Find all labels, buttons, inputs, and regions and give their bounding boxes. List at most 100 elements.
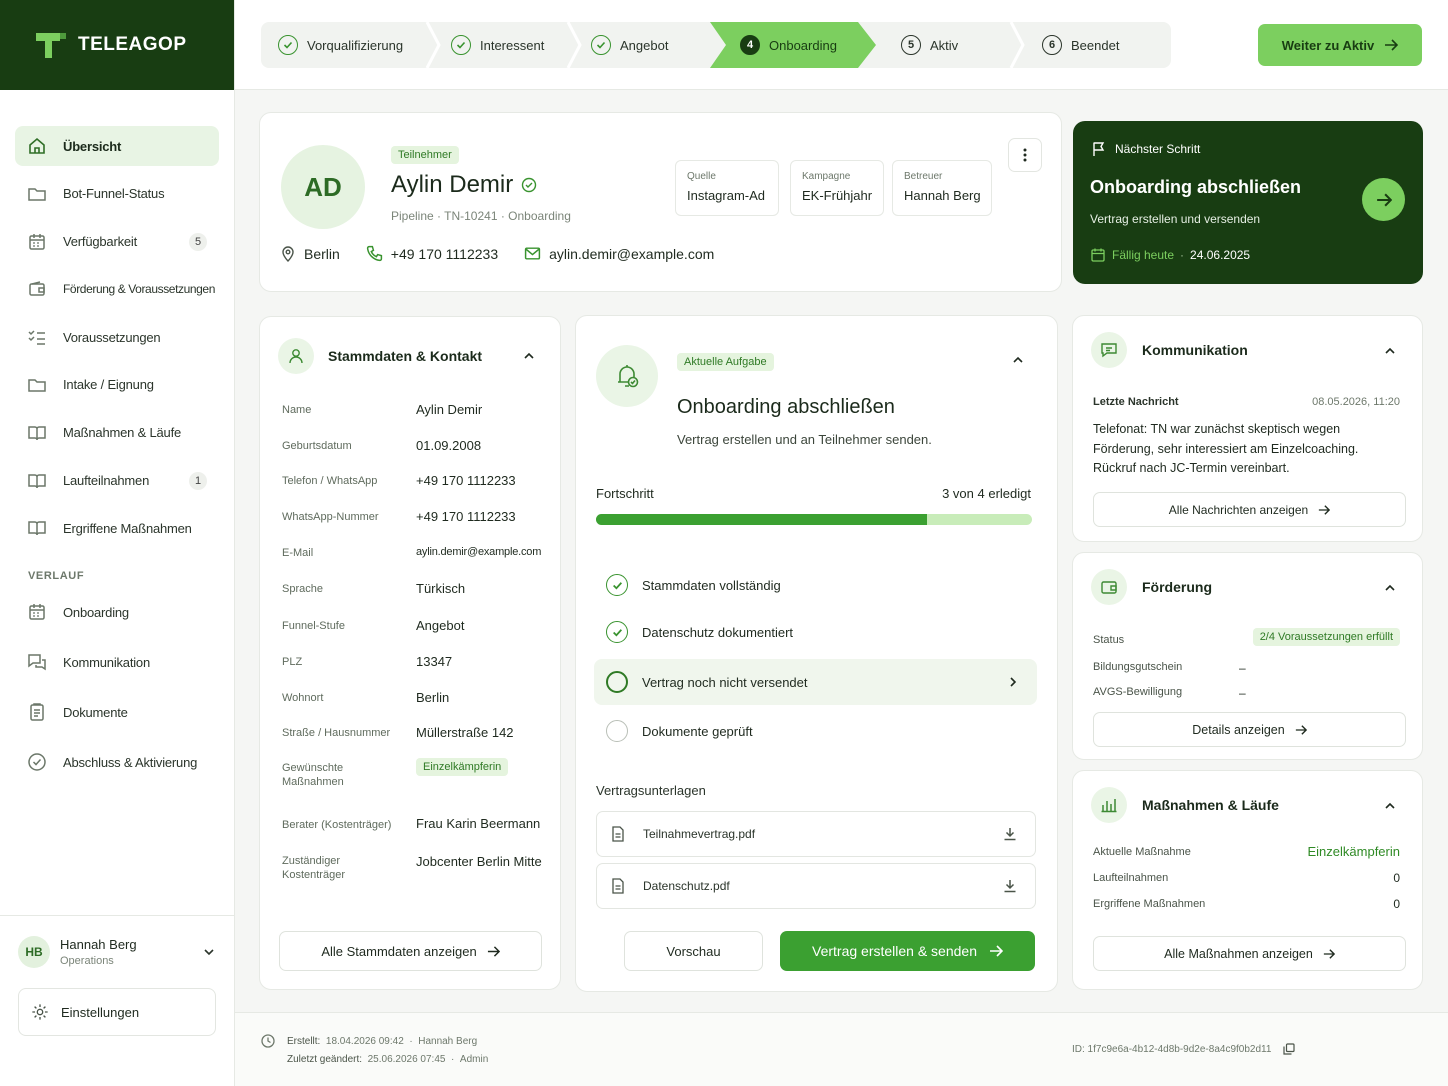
step-separator xyxy=(566,22,582,68)
sidebar-item-label: Intake / Eignung xyxy=(63,377,154,393)
folder-icon xyxy=(27,184,47,204)
document-name: Teilnahmevertrag.pdf xyxy=(643,827,756,841)
chevron-up-icon[interactable] xyxy=(1383,799,1397,813)
download-icon[interactable] xyxy=(1003,879,1017,893)
massnahmen-card: Maßnahmen & Läufe Aktuelle Maßnahme Einz… xyxy=(1072,770,1423,990)
contact-email[interactable]: aylin.demir@example.com xyxy=(524,245,714,262)
next-step-title: Onboarding abschließen xyxy=(1090,177,1302,197)
download-icon[interactable] xyxy=(1003,827,1017,841)
open-circle-icon xyxy=(606,671,628,693)
field-key: Straße / Hausnummer xyxy=(282,727,391,739)
kommunikation-header[interactable]: Kommunikation xyxy=(1091,332,1248,368)
city-text: Berlin xyxy=(304,245,340,262)
row-key: Ergriffene Maßnahmen xyxy=(1093,898,1206,910)
field-value: Angebot xyxy=(416,618,465,633)
step-interessent[interactable]: Interessent xyxy=(451,22,544,68)
bar-chart-icon xyxy=(1091,787,1127,823)
checklist-item-current[interactable]: Vertrag noch nicht versendet xyxy=(594,659,1037,705)
chevron-up-icon[interactable] xyxy=(522,349,536,363)
email-text: aylin.demir@example.com xyxy=(549,245,715,262)
field-value: Aylin Demir xyxy=(416,402,483,417)
file-icon xyxy=(611,826,625,842)
last-message-label: Letzte Nachricht xyxy=(1093,396,1179,408)
user-menu[interactable]: HB Hannah Berg Operations xyxy=(18,936,216,968)
show-all-messages-button[interactable]: Alle Nachrichten anzeigen xyxy=(1093,492,1406,527)
checklist-label: Datenschutz dokumentiert xyxy=(642,624,794,640)
progress-fill xyxy=(596,514,928,525)
create-send-contract-button[interactable]: Vertrag erstellen & senden xyxy=(780,931,1035,971)
clock-icon xyxy=(261,1034,275,1048)
settings-button[interactable]: Einstellungen xyxy=(18,988,216,1036)
count-badge: 5 xyxy=(189,232,207,251)
sidebar-item-uebersicht[interactable]: Übersicht xyxy=(15,126,219,166)
show-all-massnahmen-button[interactable]: Alle Maßnahmen anzeigen xyxy=(1093,936,1406,971)
kommunikation-title: Kommunikation xyxy=(1142,342,1248,358)
sidebar-item-ergriffene-massnahmen[interactable]: Ergriffene Maßnahmen xyxy=(15,508,219,548)
step-aktiv[interactable]: 5 Aktiv xyxy=(901,22,958,68)
step-beendet[interactable]: 6 Beendet xyxy=(1042,22,1119,68)
stammdaten-header[interactable]: Stammdaten & Kontakt xyxy=(278,338,482,374)
checklist-item[interactable]: Stammdaten vollständig xyxy=(594,562,1037,608)
document-row[interactable]: Teilnahmevertrag.pdf xyxy=(596,811,1036,857)
arrow-right-icon xyxy=(1376,192,1392,208)
kebab-icon xyxy=(1023,148,1027,162)
sidebar-nav: Übersicht Bot-Funnel-Status Verfügbarkei… xyxy=(0,90,234,782)
foerderung-card: Förderung Status 2/4 Voraussetzungen erf… xyxy=(1072,552,1423,760)
avatar: HB xyxy=(18,936,50,968)
foerderung-header[interactable]: Förderung xyxy=(1091,569,1212,605)
sidebar-item-massnahmen-laeufe[interactable]: Maßnahmen & Läufe xyxy=(15,413,219,453)
next-step-card: Nächster Schritt Onboarding abschließen … xyxy=(1073,121,1423,284)
sidebar-item-intake-eignung[interactable]: Intake / Eignung xyxy=(15,365,219,405)
button-label: Vorschau xyxy=(666,943,721,959)
task-title: Onboarding abschließen xyxy=(677,396,895,418)
brand-header[interactable]: TELEAGOP xyxy=(0,0,234,90)
field-key: Gewünschte Maßnahmen xyxy=(282,762,344,788)
more-actions-button[interactable] xyxy=(1008,138,1042,172)
chevron-down-icon[interactable] xyxy=(202,945,216,959)
checklist-item[interactable]: Dokumente geprüft xyxy=(594,708,1037,754)
massnahmen-header[interactable]: Maßnahmen & Läufe xyxy=(1091,787,1279,823)
step-onboarding[interactable]: 4 Onboarding xyxy=(740,22,837,68)
contact-phone[interactable]: +49 170 1112233 xyxy=(366,245,498,262)
step-angebot[interactable]: Angebot xyxy=(591,22,668,68)
sidebar-item-label: Förderung & Voraussetzungen xyxy=(63,282,215,297)
row-value: 0 xyxy=(1393,871,1400,885)
user-role: Operations xyxy=(60,955,114,967)
preview-button[interactable]: Vorschau xyxy=(624,931,763,971)
next-step-label: Nächster Schritt xyxy=(1115,142,1201,156)
chevron-up-icon[interactable] xyxy=(1383,581,1397,595)
checklist-item[interactable]: Datenschutz dokumentiert xyxy=(594,609,1037,655)
step-vorqualifizierung[interactable]: Vorqualifizierung xyxy=(278,22,403,68)
next-step-go-button[interactable] xyxy=(1362,178,1405,221)
sidebar-item-onboarding[interactable]: Onboarding xyxy=(15,592,219,632)
foerderung-details-button[interactable]: Details anzeigen xyxy=(1093,712,1406,747)
changed-date: 25.06.2026 07:45 xyxy=(367,1054,446,1065)
massnahmen-title: Maßnahmen & Läufe xyxy=(1142,797,1279,813)
chevron-up-icon[interactable] xyxy=(1383,344,1397,358)
docs-label: Vertragsunterlagen xyxy=(596,783,706,798)
show-all-stammdaten-button[interactable]: Alle Stammdaten anzeigen xyxy=(279,931,542,971)
button-label: Alle Stammdaten anzeigen xyxy=(321,943,477,959)
sidebar-item-label: Ergriffene Maßnahmen xyxy=(63,520,192,536)
next-stage-button[interactable]: Weiter zu Aktiv xyxy=(1258,24,1422,66)
sidebar-item-dokumente[interactable]: Dokumente xyxy=(15,692,219,732)
sidebar-item-laufteilnahmen[interactable]: Laufteilnahmen 1 xyxy=(15,461,219,501)
clipboard-icon xyxy=(27,702,47,722)
sidebar-item-bot-funnel-status[interactable]: Bot-Funnel-Status xyxy=(15,174,219,214)
sidebar-item-foerderung-voraussetzungen[interactable]: Förderung & Voraussetzungen xyxy=(15,269,219,309)
step-separator xyxy=(1009,22,1025,68)
field-value: 13347 xyxy=(416,654,453,669)
stammdaten-title: Stammdaten & Kontakt xyxy=(328,348,483,364)
sidebar-item-kommunikation[interactable]: Kommunikation xyxy=(15,642,219,682)
sidebar-item-abschluss-aktivierung[interactable]: Abschluss & Aktivierung xyxy=(15,742,219,782)
last-message-time: 08.05.2026, 11:20 xyxy=(1312,396,1400,408)
check-icon xyxy=(606,621,628,643)
copy-icon[interactable] xyxy=(1283,1043,1296,1055)
wallet-icon xyxy=(1091,569,1127,605)
sidebar-item-verfuegbarkeit[interactable]: Verfügbarkeit 5 xyxy=(15,222,219,262)
step-number: 5 xyxy=(901,35,921,55)
sidebar-item-label: Dokumente xyxy=(63,704,128,720)
document-row[interactable]: Datenschutz.pdf xyxy=(596,863,1036,909)
chevron-up-icon[interactable] xyxy=(1011,353,1025,367)
sidebar-item-voraussetzungen[interactable]: Voraussetzungen xyxy=(15,317,219,357)
